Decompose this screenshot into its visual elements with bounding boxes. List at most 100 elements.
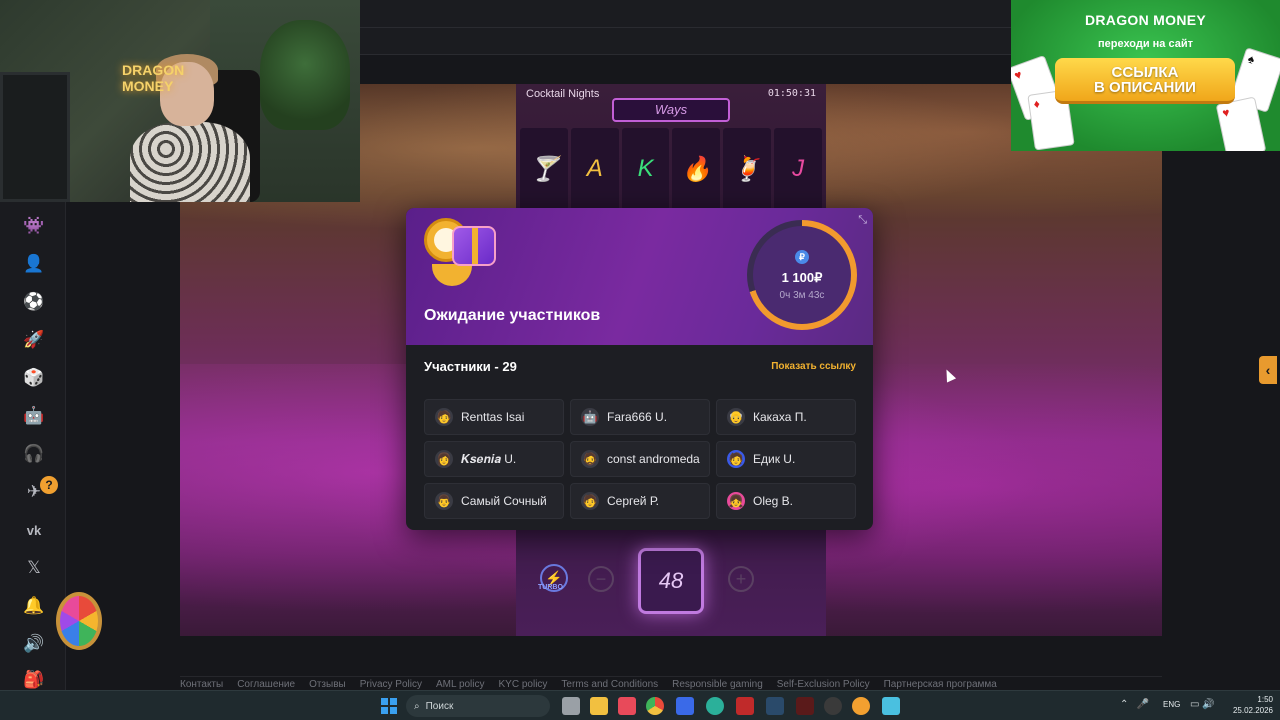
taskbar-search[interactable]: ⌕ Поиск [406, 695, 550, 717]
clock[interactable]: 1:50 25.02.2026 [1227, 694, 1273, 716]
stopwatch-gift-icon [424, 214, 496, 288]
app-icon[interactable] [618, 697, 636, 715]
footer-link[interactable]: Отзывы [309, 679, 346, 690]
collapse-icon[interactable]: ⤡ [858, 214, 867, 227]
avatar-icon: 👧 [727, 492, 745, 510]
app-icon[interactable] [796, 697, 814, 715]
avatar-icon: 👩 [435, 450, 453, 468]
sound-icon[interactable]: 🔊 [22, 632, 46, 656]
participant-card: 👴 Какаха П. [716, 399, 856, 435]
ad-banner[interactable]: ♥ ♦ ♠ ♥ DRAGON MONEY переходи на сайт СС… [1011, 0, 1280, 151]
ad-button[interactable]: ССЫЛКА В ОПИСАНИИ [1055, 58, 1235, 104]
screen: { "webcam": { "sign_text": "DRAGON MONEY… [0, 0, 1280, 720]
avatar-icon: 👴 [727, 408, 745, 426]
avatar-icon: 👨 [435, 492, 453, 510]
windows-start-icon[interactable] [381, 698, 397, 714]
search-placeholder: Поиск [425, 700, 454, 712]
show-link-button[interactable]: Показать ссылку [771, 361, 856, 372]
participant-card: 🧔 const andromeda [570, 441, 710, 477]
notepad-icon[interactable] [882, 697, 900, 715]
avatar-icon: 🧑 [727, 450, 745, 468]
increase-bet-button[interactable]: + [728, 566, 754, 592]
robot-icon[interactable]: 🤖 [22, 404, 46, 428]
vk-icon[interactable]: vk [22, 518, 46, 542]
ball-icon[interactable]: ⚽ [22, 290, 46, 314]
game-controls: ⚡ TURBO − 48 + [516, 540, 826, 636]
taskbar: ⌕ Поиск ⌃ 🎤 ENG ▭ 🔊 1:50 25.02.2026 [0, 690, 1280, 720]
footer-link[interactable]: Соглашение [237, 679, 295, 690]
footer-link[interactable]: Контакты [180, 679, 223, 690]
slot-reels: 🍸 A K 🔥 🍹 J [520, 128, 822, 210]
reel-symbol: 🍸 [520, 128, 568, 210]
footer-link[interactable]: Партнерская программа [884, 679, 997, 690]
prize-timer-ring: ₽ 1 100₽ 0ч 3м 43с [747, 220, 857, 330]
participant-name: 𝑲𝒔𝒆𝒏𝒊𝒂 U. [461, 451, 517, 466]
footer-link[interactable]: Self-Exclusion Policy [777, 679, 870, 690]
participant-card: 🧑 Сергей Р. [570, 483, 710, 519]
avatar-icon: 🧑 [581, 492, 599, 510]
chevron-left-icon[interactable]: ‹ [1259, 356, 1277, 384]
coin-icon: ₽ [795, 250, 809, 264]
clock-time: 1:50 [1257, 695, 1273, 704]
dice-icon[interactable]: 🎲 [22, 366, 46, 390]
footer-link[interactable]: Terms and Conditions [561, 679, 658, 690]
webcam-overlay: DRAGON MONEY [0, 0, 360, 202]
reel-symbol: 🍹 [723, 128, 772, 210]
footer-link[interactable]: AML policy [436, 679, 485, 690]
app-icon[interactable] [736, 697, 754, 715]
turbo-label: TURBO [538, 584, 563, 591]
app-icon[interactable] [676, 697, 694, 715]
participant-name: Oleg B. [753, 494, 794, 508]
game-title: Cocktail Nights [526, 88, 600, 100]
prize-amount: 1 100₽ [781, 270, 823, 285]
avatar-icon: 🧔 [581, 450, 599, 468]
bell-icon[interactable]: 🔔 [22, 594, 46, 618]
participants-grid: 🧑 Renttas Isai 🤖 Fara666 U. 👴 Какаха П. 👩 𝑲𝒔… [424, 399, 856, 519]
spin-button[interactable]: 48 [638, 548, 704, 614]
reel-symbol: A [570, 128, 619, 210]
network-sound-icon[interactable]: ▭ 🔊 [1190, 699, 1215, 710]
plant-image [260, 20, 350, 130]
obs-icon[interactable] [824, 697, 842, 715]
participant-card: 👩 𝑲𝒔𝒆𝒏𝒊𝒂 U. [424, 441, 564, 477]
participant-name: Едик U. [753, 452, 796, 466]
decrease-bet-button[interactable]: − [588, 566, 614, 592]
tray-icons[interactable]: ⌃ 🎤 [1120, 699, 1149, 710]
folder-icon[interactable] [590, 697, 608, 715]
user-icon[interactable]: 👤 [22, 252, 46, 276]
participants-count: Участники - 29 [424, 359, 517, 374]
app-icon[interactable] [706, 697, 724, 715]
footer-link[interactable]: Responsible gaming [672, 679, 763, 690]
fortune-wheel-icon[interactable] [56, 592, 102, 650]
avatar-icon: 🧑 [435, 408, 453, 426]
support-icon[interactable]: 🎧 [22, 442, 46, 466]
rocket-icon[interactable]: 🚀 [22, 328, 46, 352]
ad-brand: DRAGON MONEY [1084, 12, 1207, 28]
participant-card: 👧 Oleg B. [716, 483, 856, 519]
monitor-image [0, 72, 70, 202]
search-icon: ⌕ [414, 700, 420, 712]
app-icon[interactable] [852, 697, 870, 715]
chrome-icon[interactable] [646, 697, 664, 715]
steam-icon[interactable] [766, 697, 784, 715]
reel-symbol: J [774, 128, 822, 210]
footer-link[interactable]: Privacy Policy [360, 679, 422, 690]
game-time: 01:50:31 [767, 88, 816, 99]
participant-card: 🤖 Fara666 U. [570, 399, 710, 435]
help-badge[interactable]: ? [40, 476, 58, 494]
participant-name: Самый Сочный [461, 494, 547, 508]
top-bar [360, 0, 1012, 55]
footer-link[interactable]: KYC policy [499, 679, 548, 690]
countdown-timer: 0ч 3м 43с [779, 290, 825, 301]
ad-subtitle: переходи на сайт [1097, 38, 1193, 50]
x-icon[interactable]: 𝕏 [22, 556, 46, 580]
avatar-icon: 🤖 [581, 408, 599, 426]
alien-icon[interactable]: 👾 [22, 214, 46, 238]
task-view-icon[interactable] [562, 697, 580, 715]
language-indicator[interactable]: ENG [1163, 700, 1180, 709]
neon-sign: DRAGON MONEY [122, 62, 185, 94]
reel-symbol: K [621, 128, 670, 210]
clock-date: 25.02.2026 [1232, 706, 1273, 715]
bag-icon[interactable]: 🎒 [22, 668, 46, 692]
participant-card: 🧑 Renttas Isai [424, 399, 564, 435]
